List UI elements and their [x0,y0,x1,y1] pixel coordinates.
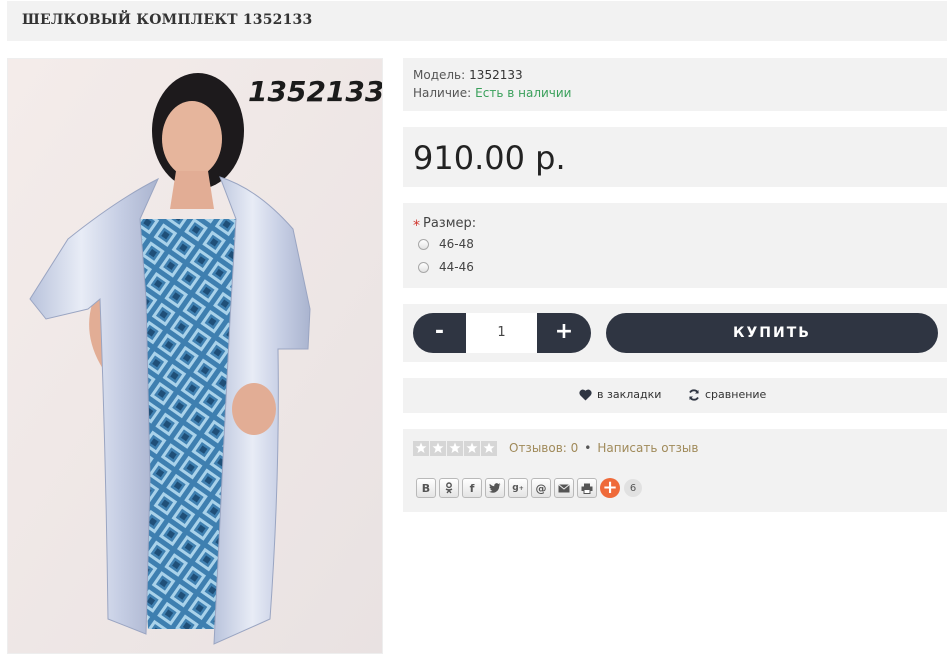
quantity-input[interactable]: 1 [466,313,537,353]
reviews-links: Отзывов: 0 • Написать отзыв [509,441,698,455]
size-option-46-48[interactable]: 46-48 [418,237,474,251]
product-image[interactable]: 1352133 [7,58,383,654]
add-to-cart-panel: - 1 + КУПИТЬ [403,304,947,362]
wishlist-label: в закладки [597,388,662,401]
availability-status: Есть в наличии [475,86,572,100]
size-option-label: 44-46 [439,260,474,274]
star-icon [413,441,429,456]
odnoklassniki-icon[interactable] [439,478,459,498]
required-mark: * [413,218,420,234]
size-label-text: Размер: [423,216,477,231]
star-icon [464,441,480,456]
share-buttons: B f g + @ + 6 [416,478,642,498]
options-panel: * Размер: 46-48 44-46 [403,203,947,288]
availability-label: Наличие: [413,86,472,100]
product-title: ШЕЛКОВЫЙ КОМПЛЕКТ 1352133 [22,12,313,28]
product-actions-panel: в закладки сравнение [403,378,947,413]
email-at-icon[interactable]: @ [531,478,551,498]
google-plus-icon[interactable]: g + [508,478,528,498]
write-review-link[interactable]: Написать отзыв [597,441,698,455]
quantity-decrease-button[interactable]: - [413,313,466,353]
compare-label: сравнение [705,388,767,401]
rating-stars [413,441,498,456]
star-icon [481,441,497,456]
size-option-label: 46-48 [439,237,474,251]
size-option-label: * Размер: [413,215,477,234]
share-more-plus-icon[interactable]: + [600,478,620,498]
model-row: Модель: 1352133 [413,68,523,82]
heart-icon [579,389,592,400]
quantity-increase-button[interactable]: + [537,313,591,353]
size-radio-44-46[interactable] [418,261,429,273]
vk-icon[interactable]: B [416,478,436,498]
mail-envelope-icon[interactable] [554,478,574,498]
star-icon [447,441,463,456]
product-price: 910.00 р. [413,139,566,177]
refresh-compare-icon [689,388,699,401]
reviews-separator: • [584,441,592,455]
size-radio-46-48[interactable] [418,238,429,250]
product-title-bar: ШЕЛКОВЫЙ КОМПЛЕКТ 1352133 [7,1,947,41]
model-label: Модель: [413,68,466,82]
star-icon [430,441,446,456]
reviews-share-panel: Отзывов: 0 • Написать отзыв B f g + @ + 6 [403,429,947,512]
photo-overlay-code: 1352133 [248,75,383,108]
add-to-wishlist-button[interactable]: в закладки [579,388,661,401]
print-icon[interactable] [577,478,597,498]
price-panel: 910.00 р. [403,127,947,187]
availability-row: Наличие: Есть в наличии [413,86,571,100]
facebook-icon[interactable]: f [462,478,482,498]
add-to-compare-button[interactable]: сравнение [688,388,766,401]
model-value: 1352133 [469,68,523,82]
twitter-icon[interactable] [485,478,505,498]
product-info-panel: Модель: 1352133 Наличие: Есть в наличии [403,58,947,111]
reviews-count-link[interactable]: Отзывов: 0 [509,441,578,455]
buy-button[interactable]: КУПИТЬ [606,313,938,353]
share-count: 6 [624,479,642,497]
product-photo: 1352133 [8,59,383,653]
size-option-44-46[interactable]: 44-46 [418,260,474,274]
